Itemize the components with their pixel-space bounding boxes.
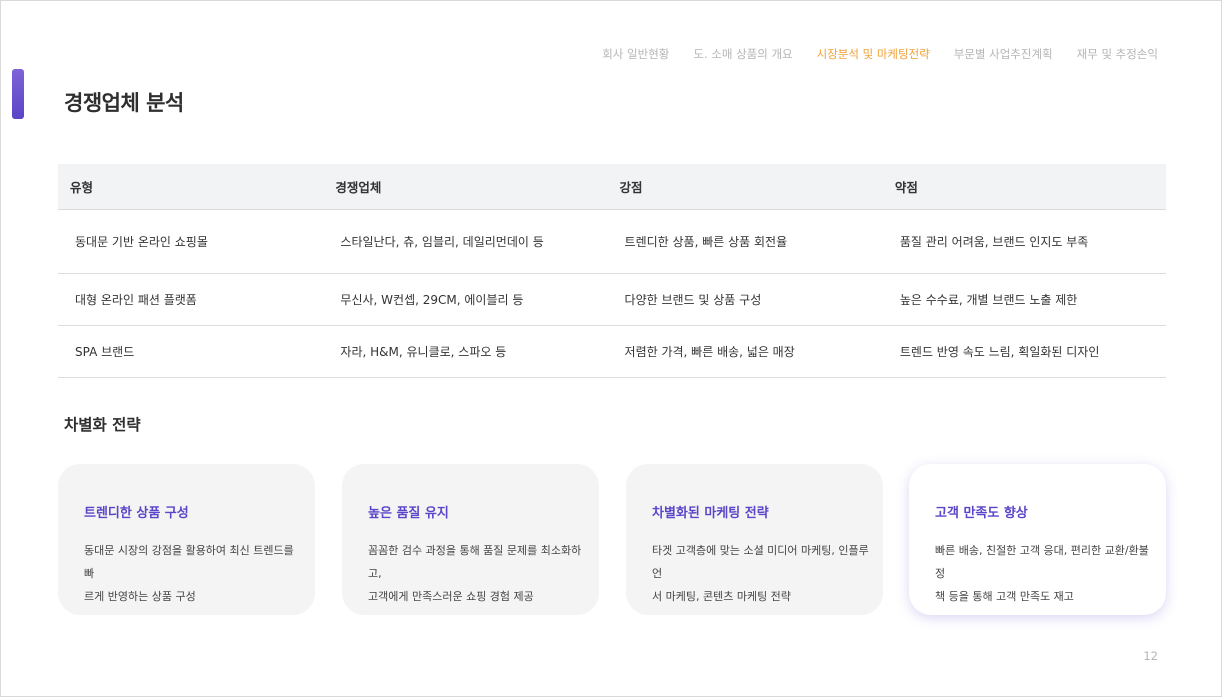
card-text-line: 동대문 시장의 강점을 활용하여 최신 트렌드를 빠 xyxy=(84,544,294,580)
slide: 경쟁업체 분석 회사 일반현황 도. 소매 상품의 개요 시장분석 및 마케팅전… xyxy=(0,0,1222,697)
cell-competitors: 무신사, W컨셉, 29CM, 에이블리 등 xyxy=(323,273,608,326)
cell-competitors: 자라, H&M, 유니클로, 스파오 등 xyxy=(323,325,608,378)
card-title: 높은 품질 유지 xyxy=(368,506,449,521)
strategy-card-trendy: 트렌디한 상품 구성 동대문 시장의 강점을 활용하여 최신 트렌드를 빠 르게… xyxy=(58,464,315,615)
card-text-line: 서 마케팅, 콘텐츠 마케팅 전략 xyxy=(652,590,791,603)
card-title: 차별화된 마케팅 전략 xyxy=(652,506,769,521)
top-nav: 회사 일반현황 도. 소매 상품의 개요 시장분석 및 마케팅전략 부문별 사업… xyxy=(602,46,1158,62)
card-text-line: 책 등을 통해 고객 만족도 재고 xyxy=(935,590,1074,603)
strategy-card-quality: 높은 품질 유지 꼼꼼한 검수 과정을 통해 품질 문제를 최소화하고, 고객에… xyxy=(342,464,599,615)
card-title: 트렌디한 상품 구성 xyxy=(84,506,189,521)
card-text-line: 빠른 배송, 친절한 고객 응대, 편리한 교환/환불 정 xyxy=(935,544,1149,580)
table-row: SPA 브랜드 자라, H&M, 유니클로, 스파오 등 저렴한 가격, 빠른 … xyxy=(58,325,1166,378)
card-text: 빠른 배송, 친절한 고객 응대, 편리한 교환/환불 정 책 등을 통해 고객… xyxy=(935,539,1156,608)
nav-item-market-analysis[interactable]: 시장분석 및 마케팅전략 xyxy=(817,46,930,62)
nav-item-product-overview[interactable]: 도. 소매 상품의 개요 xyxy=(693,46,792,62)
cell-competitors: 스타일난다, 츄, 임블리, 데일리먼데이 등 xyxy=(323,209,608,274)
cell-strengths: 저렴한 가격, 빠른 배송, 넓은 매장 xyxy=(607,325,883,378)
strategy-card-marketing: 차별화된 마케팅 전략 타겟 고객층에 맞는 소셜 미디어 마케팅, 인플루언 … xyxy=(626,464,883,615)
card-text: 타겟 고객층에 맞는 소셜 미디어 마케팅, 인플루언 서 마케팅, 콘텐츠 마… xyxy=(652,539,873,608)
header-strengths: 강점 xyxy=(607,164,883,210)
table-row: 대형 온라인 패션 플랫폼 무신사, W컨셉, 29CM, 에이블리 등 다양한… xyxy=(58,273,1166,326)
cell-type: SPA 브랜드 xyxy=(58,325,324,378)
cell-strengths: 다양한 브랜드 및 상품 구성 xyxy=(607,273,883,326)
title-accent-bar xyxy=(12,69,24,119)
nav-item-business-plan[interactable]: 부문별 사업추진계획 xyxy=(954,46,1053,62)
header-type: 유형 xyxy=(58,164,324,210)
cell-type: 동대문 기반 온라인 쇼핑몰 xyxy=(58,209,324,274)
page-title: 경쟁업체 분석 xyxy=(64,91,184,115)
card-text: 꼼꼼한 검수 과정을 통해 품질 문제를 최소화하고, 고객에게 만족스러운 쇼… xyxy=(368,539,589,608)
card-text-line: 타겟 고객층에 맞는 소셜 미디어 마케팅, 인플루언 xyxy=(652,544,869,580)
card-text-line: 르게 반영하는 상품 구성 xyxy=(84,590,196,603)
cell-weaknesses: 트렌드 반영 속도 느림, 획일화된 디자인 xyxy=(882,325,1166,378)
card-text: 동대문 시장의 강점을 활용하여 최신 트렌드를 빠 르게 반영하는 상품 구성 xyxy=(84,539,305,608)
table-header-row: 유형 경쟁업체 강점 약점 xyxy=(58,164,1166,210)
cell-type: 대형 온라인 패션 플랫폼 xyxy=(58,273,324,326)
cell-weaknesses: 품질 관리 어려움, 브랜드 인지도 부족 xyxy=(882,209,1166,274)
competitor-table: 유형 경쟁업체 강점 약점 동대문 기반 온라인 쇼핑몰 스타일난다, 츄, 임… xyxy=(58,164,1166,378)
cell-strengths: 트렌디한 상품, 빠른 상품 회전율 xyxy=(607,209,883,274)
page-number: 12 xyxy=(1143,649,1158,663)
card-text-line: 고객에게 만족스러운 쇼핑 경험 제공 xyxy=(368,590,534,603)
strategy-card-satisfaction: 고객 만족도 향상 빠른 배송, 친절한 고객 응대, 편리한 교환/환불 정 … xyxy=(909,464,1166,615)
header-weaknesses: 약점 xyxy=(882,164,1166,210)
card-title: 고객 만족도 향상 xyxy=(935,506,1028,521)
table-row: 동대문 기반 온라인 쇼핑몰 스타일난다, 츄, 임블리, 데일리먼데이 등 트… xyxy=(58,209,1166,274)
nav-item-finance[interactable]: 재무 및 추정손익 xyxy=(1077,46,1158,62)
header-competitors: 경쟁업체 xyxy=(323,164,608,210)
card-text-line: 꼼꼼한 검수 과정을 통해 품질 문제를 최소화하고, xyxy=(368,544,582,580)
strategy-section-title: 차별화 전략 xyxy=(64,416,141,434)
nav-item-company-overview[interactable]: 회사 일반현황 xyxy=(602,46,669,62)
cell-weaknesses: 높은 수수료, 개별 브랜드 노출 제한 xyxy=(882,273,1166,326)
